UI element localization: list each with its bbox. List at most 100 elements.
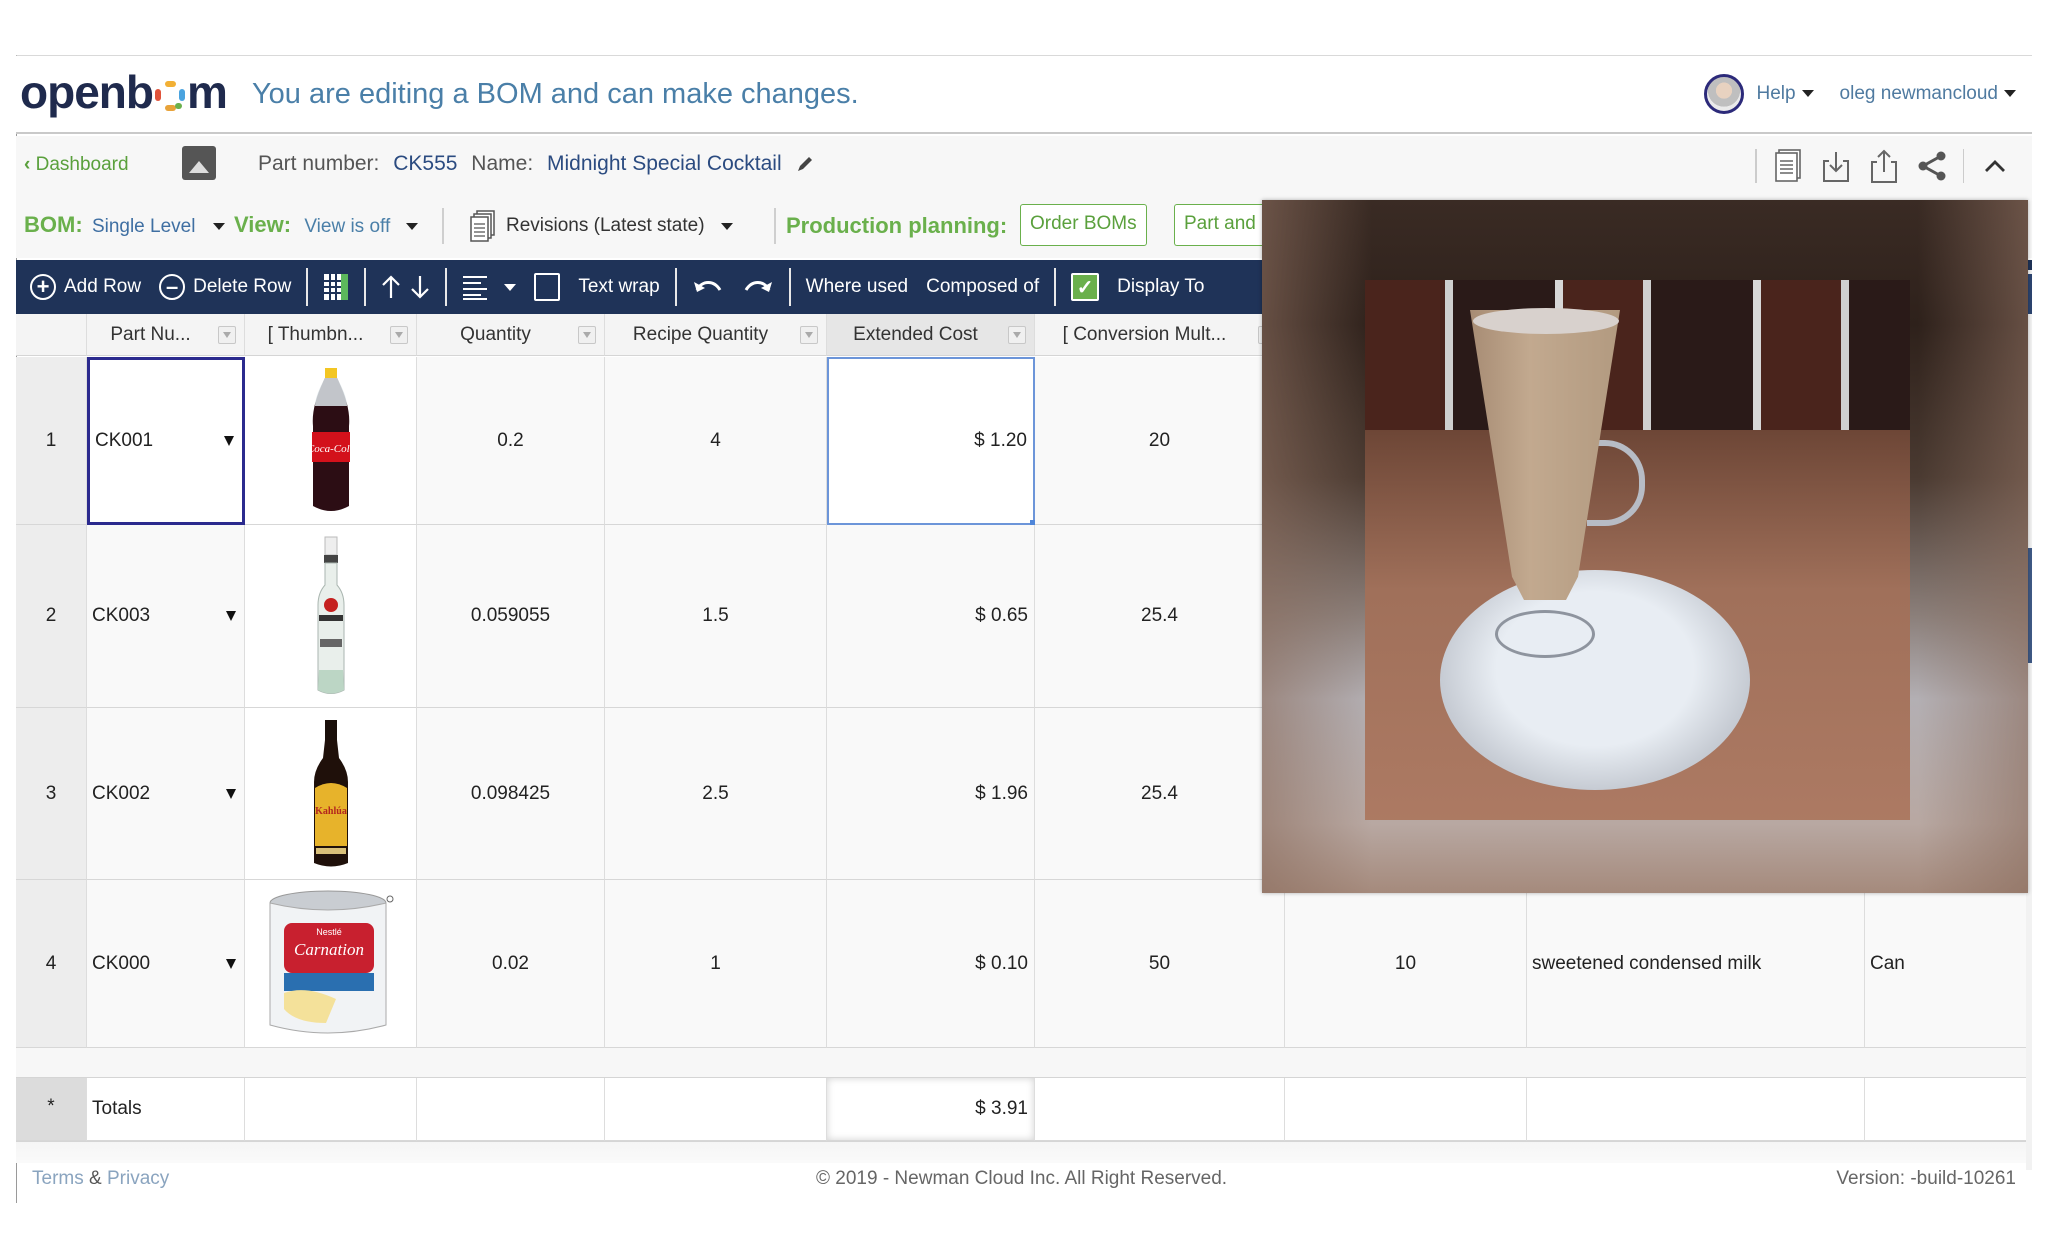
- filter-icon[interactable]: [218, 326, 236, 344]
- quantity-cell[interactable]: 0.2: [417, 357, 605, 525]
- legal-links: Terms & Privacy: [32, 1168, 169, 1190]
- vignette: [1262, 200, 1372, 893]
- user-avatar[interactable]: [1704, 74, 1745, 114]
- view-value: View is off: [304, 216, 391, 237]
- row-number[interactable]: 2: [16, 525, 87, 708]
- share-icon[interactable]: [1915, 147, 1949, 185]
- divider: [788, 268, 791, 306]
- quantity-cell[interactable]: 0.059055: [417, 525, 605, 708]
- part-number-cell[interactable]: CK002: [87, 708, 245, 880]
- delete-row-button[interactable]: – Delete Row: [150, 274, 300, 300]
- carnation-can-thumbnail: Nestlé Carnation: [269, 890, 393, 1033]
- quantity-cell[interactable]: 0.098425: [417, 708, 605, 880]
- column-header-extended-cost[interactable]: Extended Cost: [827, 314, 1035, 356]
- recipe-quantity-cell[interactable]: 2.5: [605, 708, 827, 880]
- conversion-multiplier-cell[interactable]: 50: [1035, 880, 1285, 1048]
- dropdown-arrow-icon[interactable]: [226, 788, 236, 799]
- privacy-link[interactable]: Privacy: [107, 1168, 169, 1189]
- user-menu[interactable]: oleg newmancloud: [1840, 83, 2016, 105]
- totals-cell: [1527, 1078, 1865, 1141]
- top-header: openb m You are editing a BOM and can ma…: [16, 56, 2032, 134]
- dashboard-link[interactable]: ‹ Dashboard: [24, 154, 129, 176]
- pencil-icon[interactable]: [795, 154, 815, 174]
- filter-icon[interactable]: [578, 326, 596, 344]
- order-boms-button[interactable]: Order BOMs: [1020, 204, 1147, 246]
- column-header-recipe-quantity[interactable]: Recipe Quantity: [605, 314, 827, 356]
- extended-cost-cell[interactable]: $ 1.96: [827, 708, 1035, 880]
- conversion-multiplier-cell[interactable]: 25.4: [1035, 708, 1285, 880]
- conversion-multiplier-cell[interactable]: 20: [1035, 357, 1285, 525]
- columns-button[interactable]: [314, 273, 358, 301]
- part-number-value: CK002: [92, 782, 151, 804]
- quantity-cell[interactable]: 0.02: [417, 880, 605, 1048]
- totals-extended-cost: $ 3.91: [827, 1078, 1035, 1141]
- move-up-button[interactable]: [372, 274, 410, 300]
- revisions-icon: [470, 210, 495, 242]
- part-number-value: CK003: [92, 605, 151, 626]
- help-menu[interactable]: Help: [1756, 83, 1814, 105]
- row-number[interactable]: 1: [16, 357, 87, 525]
- row-number[interactable]: 4: [16, 880, 87, 1048]
- dropdown-arrow-icon[interactable]: [226, 958, 236, 969]
- filter-icon[interactable]: [390, 326, 408, 344]
- production-planning-label: Production planning:: [786, 213, 1008, 238]
- column-header-part-number[interactable]: Part Nu...: [87, 314, 245, 356]
- breadcrumb-bar: ‹ Dashboard Part number: CK555 Name: Mid…: [16, 136, 2032, 196]
- thumbnail-cell[interactable]: [245, 525, 417, 708]
- conversion-multiplier-cell[interactable]: 25.4: [1035, 525, 1285, 708]
- download-icon[interactable]: [1819, 147, 1853, 185]
- recipe-quantity-cell[interactable]: 1.5: [605, 525, 827, 708]
- bom-actions: [1755, 144, 2012, 188]
- extended-cost-cell[interactable]: $ 0.65: [827, 525, 1035, 708]
- image-icon[interactable]: [182, 146, 216, 180]
- composed-of-button[interactable]: Composed of: [917, 276, 1048, 298]
- move-down-button[interactable]: [410, 274, 439, 300]
- dropdown-arrow-icon[interactable]: [226, 611, 236, 621]
- extended-cost-cell[interactable]: $ 1.20: [827, 357, 1038, 528]
- filter-icon[interactable]: [800, 326, 818, 344]
- recipe-quantity-cell[interactable]: 1: [605, 880, 827, 1048]
- export-icon[interactable]: [1867, 147, 1901, 185]
- checkmark-icon[interactable]: ✓: [1071, 273, 1100, 301]
- logo-text-a: openb: [20, 66, 154, 118]
- column-header-quantity[interactable]: Quantity: [417, 314, 605, 356]
- bom-type-select[interactable]: BOM: Single Level: [24, 212, 225, 238]
- row-number[interactable]: 3: [16, 708, 87, 880]
- collapse-up-icon[interactable]: [1978, 147, 2012, 185]
- minus-circle-icon: –: [159, 274, 186, 300]
- numeric-cell[interactable]: 10: [1285, 880, 1527, 1048]
- undo-button[interactable]: [683, 276, 733, 298]
- recipe-quantity-cell[interactable]: 4: [605, 357, 827, 525]
- description-cell[interactable]: sweetened condensed milk: [1527, 880, 1865, 1048]
- add-row-button[interactable]: + Add Row: [16, 274, 150, 300]
- chevron-down-icon: [720, 222, 733, 230]
- redo-button[interactable]: [733, 276, 783, 298]
- thumbnail-cell[interactable]: Kahlúa: [245, 708, 417, 880]
- text-wrap-toggle[interactable]: Text wrap: [525, 273, 668, 301]
- document-icon[interactable]: [1771, 147, 1805, 185]
- copyright-text: © 2019 - Newman Cloud Inc. All Right Res…: [816, 1168, 1228, 1189]
- image-preview-popup[interactable]: [1262, 200, 2028, 893]
- revisions-select[interactable]: Revisions (Latest state): [470, 210, 733, 242]
- terms-link[interactable]: Terms: [32, 1168, 84, 1189]
- totals-cell: [1285, 1078, 1527, 1141]
- dropdown-arrow-icon[interactable]: [224, 436, 234, 446]
- text-wrap-checkbox[interactable]: [534, 273, 561, 301]
- column-header-conversion-multiplier[interactable]: [ Conversion Mult...: [1035, 314, 1285, 356]
- openbom-logo[interactable]: openb m: [20, 66, 228, 118]
- redo-icon: [744, 281, 772, 292]
- view-select[interactable]: View: View is off: [234, 212, 418, 238]
- unit-cell[interactable]: Can: [1865, 880, 2032, 1048]
- part-number-cell[interactable]: CK003: [87, 525, 245, 708]
- thumbnail-cell[interactable]: Coca-Cola: [245, 357, 417, 525]
- part-number-cell[interactable]: CK000: [87, 880, 245, 1048]
- thumbnail-cell[interactable]: Nestlé Carnation: [245, 880, 417, 1048]
- column-header-thumbnail[interactable]: [ Thumbn...: [245, 314, 417, 356]
- extended-cost-cell[interactable]: $ 0.10: [827, 880, 1035, 1048]
- part-number-cell[interactable]: CK001: [87, 357, 245, 525]
- where-used-button[interactable]: Where used: [797, 276, 917, 298]
- align-menu[interactable]: [453, 274, 525, 300]
- column-header-label: Recipe Quantity: [632, 323, 769, 345]
- filter-icon[interactable]: [1008, 326, 1026, 344]
- display-totals-toggle[interactable]: ✓ Display To: [1062, 273, 1213, 301]
